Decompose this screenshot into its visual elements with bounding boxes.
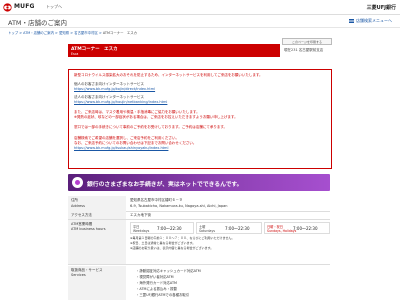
covid-notice: 新型コロナウイルス感染拡大のおそれを防止するため、インターネットサービスを利用し… xyxy=(68,69,332,169)
notice-link-corporate[interactable]: https://www.bk.mufg.jp/houjin/netbanking… xyxy=(74,100,167,104)
notice-link-reservation[interactable]: https://www.bk.mufg.jp/tsukau/shinyoyaku… xyxy=(74,146,168,150)
address-ja: 愛知県名古屋市中村区椿町６－９ xyxy=(130,198,183,202)
bank-name[interactable]: 三菱UFJ銀行 xyxy=(367,4,396,11)
menu-icon xyxy=(349,19,354,23)
hours-holiday: 日曜・祝日 Sundays, Holidays 7:00～22:30 xyxy=(264,222,330,234)
breadcrumb-item-atm[interactable]: ATM・店舗のご案内 xyxy=(23,31,54,35)
notice-line: 新型コロナウイルス感染拡大のおそれを防止するため、インターネットサービスを利用し… xyxy=(74,73,263,77)
access-label-cell: アクセス方法 xyxy=(68,211,126,219)
service-item: ・ATMによる振込み・振替 xyxy=(136,287,177,291)
home-link[interactable]: トップへ xyxy=(46,4,62,10)
address-label-en: Address xyxy=(71,203,85,208)
notice-link-personal[interactable]: https://www.bk.mufg.jp/kojin/direct/inde… xyxy=(74,87,155,91)
address-label-cell: 住所 Address xyxy=(68,196,126,211)
hours-value: 7:00～22:30 xyxy=(225,226,250,231)
services-label-cell: 取扱商品・サービス Services xyxy=(68,266,126,300)
hours-note: ※店舗のお取り扱いは、表示内容と異なる場合がございます。 xyxy=(130,246,214,250)
services-label-en: Services xyxy=(71,273,86,277)
hours-note: ※祝日、土日は通常と異なる場合がございます。 xyxy=(130,241,196,245)
access-value: エスカ地下街 xyxy=(130,213,151,217)
address-label: 住所 xyxy=(71,198,78,202)
title-row: ATM・店舗のご案内 店舗検索メニューへ xyxy=(0,15,400,28)
hours-saturday: 土曜 Saturdays 7:00～22:30 xyxy=(196,222,262,234)
breadcrumb-current: ATMコーナー エスカ xyxy=(102,31,138,35)
notice-line: 窓口では一部の手続きについて事前のご予約をお受けしております。ご予約は店舗にて承… xyxy=(74,125,227,129)
day-label-en: Saturdays xyxy=(199,228,216,233)
section-subtitle: Esca xyxy=(71,51,79,56)
day-label-en: Sundays, Holidays xyxy=(267,228,297,233)
branch-note: 現在231 名古屋駅前支店 xyxy=(284,48,324,52)
service-item: ・視覚障がい者対応ATM xyxy=(136,275,174,279)
banner-text: 銀行のさまざまなお手続きが、実はネットでできるんです。 xyxy=(87,182,243,188)
atm-hours-label-en: ATM business hours xyxy=(71,227,106,231)
print-button[interactable]: このページを印刷する xyxy=(282,38,332,45)
breadcrumb: トップ > ATM・店舗のご案内 > 愛知県 > 名古屋市中村区 > ATMコー… xyxy=(8,31,138,35)
service-item: ・静脈認証対応キャッシュカード対応ATM xyxy=(136,269,201,273)
atm-hours-row: ATM営業時間 ATM business hours 平日 Weekdays 7… xyxy=(68,220,330,265)
mufg-logo-text[interactable]: MUFG xyxy=(14,3,35,10)
atm-hours-label-cell: ATM営業時間 ATM business hours xyxy=(68,220,126,264)
breadcrumb-item-top[interactable]: トップ xyxy=(8,31,18,35)
access-label: アクセス方法 xyxy=(71,213,92,217)
hours-value: 7:00～22:30 xyxy=(293,226,318,231)
page-title: ATM・店舗のご案内 xyxy=(8,19,68,27)
day-label-en: Weekdays xyxy=(133,228,150,233)
net-service-banner[interactable]: 銀行のさまざまなお手続きが、実はネットでできるんです。 xyxy=(68,174,330,191)
globe-icon xyxy=(72,177,83,188)
hours-note: ※毎月第１日曜の午前１：００～７：００、ならびにご利用いただけません。 xyxy=(130,236,235,240)
hours-value: 7:00～22:30 xyxy=(157,226,182,231)
access-row: アクセス方法 エスカ地下街 xyxy=(68,211,330,220)
site-header: MUFG トップへ 三菱UFJ銀行 xyxy=(0,0,400,15)
hours-weekday: 平日 Weekdays 7:00～22:30 xyxy=(130,222,194,234)
notice-line: ※発熱の症状、咳などの一部症状がある場合は、ご来店をお控えいただきますようお願い… xyxy=(74,115,238,119)
mufg-logo-icon[interactable] xyxy=(3,3,12,12)
breadcrumb-item-city[interactable]: 名古屋市中村区 xyxy=(74,31,98,35)
breadcrumb-item-prefecture[interactable]: 愛知県 xyxy=(59,31,69,35)
section-header: ATMコーナー エスカ Esca xyxy=(68,44,280,57)
menu-link-label: 店舗検索メニューへ xyxy=(356,18,392,23)
address-en: 6-9, Tsubakicho, Nakamura-ku, Nagoya-shi… xyxy=(130,203,228,208)
address-row: 住所 Address 愛知県名古屋市中村区椿町６－９ 6-9, Tsubakic… xyxy=(68,196,330,212)
store-search-menu-link[interactable]: 店舗検索メニューへ xyxy=(349,18,392,24)
service-item: ・海外発行カード対応ATM xyxy=(136,281,177,285)
service-item: ・三菱UFJ銀行ATMでの各種お取引 xyxy=(136,293,190,297)
